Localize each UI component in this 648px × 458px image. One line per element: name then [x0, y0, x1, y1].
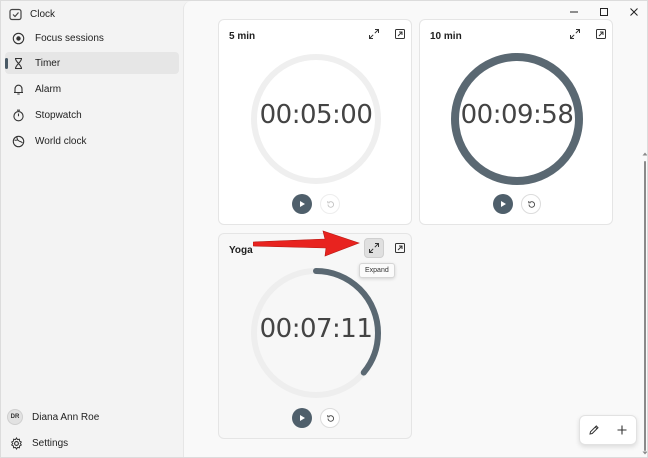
timer-name: 5 min	[229, 31, 256, 42]
sidebar-item-world-clock[interactable]: World clock	[5, 130, 179, 152]
close-button[interactable]	[619, 1, 647, 23]
sidebar: Clock Focus sessions Timer Alarm Stopwat…	[1, 1, 183, 457]
globe-icon	[11, 134, 25, 148]
annotation-arrow-icon	[253, 230, 360, 257]
expand-tooltip: Expand	[359, 263, 395, 278]
gear-icon	[9, 436, 23, 450]
edit-timers-button[interactable]	[584, 420, 604, 440]
expand-button[interactable]	[364, 24, 384, 44]
clock-window: Clock Focus sessions Timer Alarm Stopwat…	[0, 0, 648, 458]
sidebar-item-label: Timer	[35, 57, 61, 69]
vertical-scrollbar[interactable]	[644, 161, 646, 451]
sidebar-item-alarm[interactable]: Alarm	[5, 78, 179, 100]
settings-label: Settings	[32, 437, 69, 449]
timer-time: 00:05:00	[259, 100, 373, 130]
play-icon	[300, 201, 305, 207]
keep-on-top-button[interactable]	[591, 24, 611, 44]
sidebar-item-label: Alarm	[35, 83, 62, 95]
sidebar-item-label: Focus sessions	[35, 32, 104, 44]
floating-action-bar	[579, 415, 637, 445]
reset-icon	[527, 200, 535, 208]
timer-card[interactable]: 5 min 00:05:00	[218, 19, 412, 225]
timer-time: 00:09:58	[460, 100, 574, 130]
reset-button[interactable]	[320, 194, 340, 214]
start-button[interactable]	[292, 194, 312, 214]
pencil-icon	[589, 425, 599, 435]
expand-icon	[369, 29, 379, 39]
hourglass-icon	[11, 56, 25, 70]
picture-in-picture-icon	[395, 243, 405, 253]
user-name: Diana Ann Roe	[32, 411, 100, 423]
stopwatch-icon	[11, 108, 25, 122]
start-button[interactable]	[493, 194, 513, 214]
add-timer-button[interactable]	[612, 420, 632, 440]
reset-button[interactable]	[521, 194, 541, 214]
sidebar-item-focus-sessions[interactable]: Focus sessions	[5, 27, 179, 49]
clock-app-icon	[9, 8, 22, 21]
scroll-up-icon[interactable]	[642, 151, 648, 157]
keep-on-top-button[interactable]	[390, 24, 410, 44]
plus-icon	[617, 425, 627, 435]
app-title-bar: Clock	[9, 6, 55, 22]
expand-button[interactable]	[364, 238, 384, 258]
focus-icon	[11, 31, 25, 45]
expand-icon	[369, 243, 379, 253]
reset-button[interactable]	[320, 408, 340, 428]
timer-time: 00:07:11	[259, 314, 373, 344]
user-account[interactable]: DR Diana Ann Roe	[7, 409, 99, 425]
keep-on-top-button[interactable]	[390, 238, 410, 258]
reset-icon	[326, 414, 334, 422]
maximize-icon	[600, 8, 608, 16]
timer-card[interactable]: 10 min 00:09:58	[419, 19, 613, 225]
sidebar-item-timer[interactable]: Timer	[5, 52, 179, 74]
expand-icon	[570, 29, 580, 39]
settings-button[interactable]: Settings	[9, 436, 68, 450]
avatar: DR	[7, 409, 23, 425]
app-title: Clock	[30, 8, 56, 20]
timer-name: 10 min	[430, 31, 462, 42]
play-icon	[501, 201, 506, 207]
sidebar-item-label: World clock	[35, 135, 87, 147]
sidebar-item-stopwatch[interactable]: Stopwatch	[5, 104, 179, 126]
close-icon	[630, 8, 638, 16]
start-button[interactable]	[292, 408, 312, 428]
minimize-icon	[570, 11, 578, 13]
sidebar-item-label: Stopwatch	[35, 109, 82, 121]
timer-name: Yoga	[229, 245, 253, 256]
reset-icon	[326, 200, 334, 208]
bell-icon	[11, 82, 25, 96]
scroll-down-icon[interactable]	[642, 450, 648, 456]
active-indicator	[5, 58, 8, 69]
play-icon	[300, 415, 305, 421]
picture-in-picture-icon	[395, 29, 405, 39]
picture-in-picture-icon	[596, 29, 606, 39]
expand-button[interactable]	[565, 24, 585, 44]
